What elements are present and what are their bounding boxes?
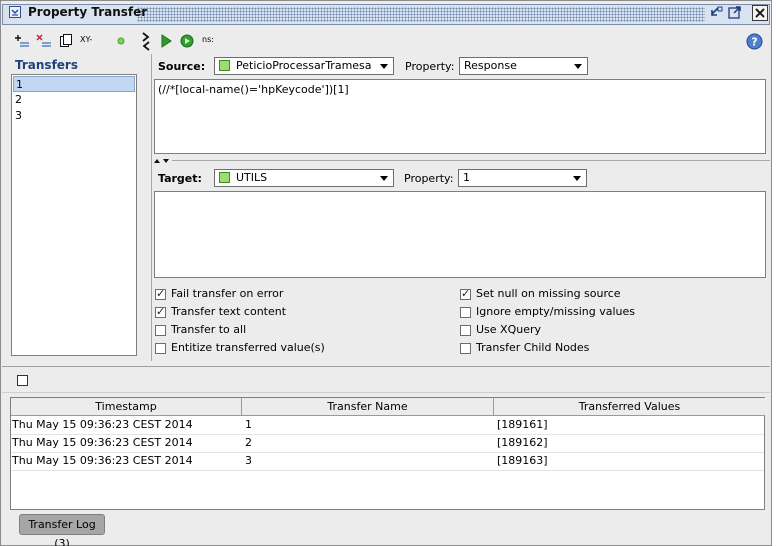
svg-text:?: ?	[751, 36, 757, 49]
close-button[interactable]	[752, 5, 768, 21]
source-step-value: PeticioProcessarTramesa	[236, 59, 372, 72]
target-property-value: 1	[463, 171, 470, 184]
checkbox-box[interactable]	[460, 287, 471, 300]
column-header-transferred-values[interactable]: Transferred Values	[494, 398, 765, 416]
transfer-log-tab[interactable]: Transfer Log (3)	[19, 514, 105, 546]
fail-on-error-checkbox[interactable]: Fail transfer on error	[155, 287, 405, 303]
list-item[interactable]: 1	[13, 76, 135, 92]
chevron-down-icon	[573, 176, 581, 181]
target-expression-editor[interactable]	[154, 191, 766, 278]
column-header-timestamp[interactable]: Timestamp	[11, 398, 242, 416]
help-icon[interactable]: ?	[746, 33, 763, 50]
checkbox-box[interactable]	[155, 305, 166, 318]
remove-transfer-icon[interactable]	[36, 33, 52, 49]
source-property-value: Response	[464, 59, 517, 72]
transfers-toolbar: XY-	[8, 30, 147, 52]
add-transfer-icon[interactable]	[14, 33, 30, 49]
list-item[interactable]: 2	[13, 92, 135, 108]
table-cell: 1	[245, 418, 252, 431]
use-xquery-checkbox[interactable]: Use XQuery	[460, 323, 710, 339]
source-property-label: Property:	[405, 60, 455, 73]
transfer-to-all-checkbox[interactable]: Transfer to all	[155, 323, 405, 339]
status-dot-icon	[117, 37, 125, 45]
test-step-icon	[219, 60, 230, 71]
row-divider	[11, 470, 764, 471]
splitter-arrows-icon[interactable]	[141, 30, 151, 52]
entitize-values-checkbox[interactable]: Entitize transferred value(s)	[155, 341, 405, 357]
minimize-icon[interactable]	[708, 5, 724, 20]
title-bar-grip	[137, 7, 705, 22]
column-header-transfer-name[interactable]: Transfer Name	[242, 398, 494, 416]
table-cell: Thu May 15 09:36:23 CEST 2014	[12, 418, 193, 431]
transfer-text-content-checkbox[interactable]: Transfer text content	[155, 305, 405, 321]
table-cell: [189161]	[497, 418, 548, 431]
transfer-editor: Source: PeticioProcessarTramesa Property…	[151, 54, 770, 361]
checkbox-box[interactable]	[460, 343, 471, 354]
transfers-list[interactable]: 1 2 3	[11, 74, 137, 356]
xpath-icon[interactable]: XY-	[80, 35, 92, 44]
table-cell: Thu May 15 09:36:23 CEST 2014	[12, 454, 193, 467]
target-property-label: Property:	[404, 172, 454, 185]
target-property-combo[interactable]: 1	[458, 169, 587, 187]
collapse-icon[interactable]	[9, 6, 21, 18]
chevron-down-icon	[574, 64, 582, 69]
checkbox-box[interactable]	[460, 325, 471, 336]
transfer-toolbar: ns: ?	[156, 30, 768, 52]
transfer-log-table[interactable]: Timestamp Transfer Name Transferred Valu…	[10, 397, 765, 510]
ns-icon[interactable]: ns:	[202, 35, 214, 44]
checkbox-box[interactable]	[155, 325, 166, 336]
target-step-value: UTILS	[236, 171, 268, 184]
test-step-icon	[219, 172, 230, 183]
checkbox-box[interactable]	[460, 307, 471, 318]
log-toolbar	[2, 366, 770, 393]
splitter-line	[172, 160, 770, 161]
window-edge	[772, 0, 777, 546]
source-label: Source:	[158, 60, 206, 73]
table-cell: 3	[245, 454, 252, 467]
run-icon[interactable]	[160, 34, 172, 48]
table-cell: [189163]	[497, 454, 548, 467]
target-label: Target:	[158, 172, 202, 185]
source-step-combo[interactable]: PeticioProcessarTramesa	[214, 57, 394, 75]
set-null-on-missing-checkbox[interactable]: Set null on missing source	[460, 287, 710, 303]
target-step-combo[interactable]: UTILS	[214, 169, 394, 187]
copy-transfer-icon[interactable]	[59, 33, 73, 49]
checkbox-box[interactable]	[155, 343, 166, 354]
checkbox-box[interactable]	[155, 287, 166, 300]
ignore-empty-checkbox[interactable]: Ignore empty/missing values	[460, 305, 710, 321]
transfer-child-nodes-checkbox[interactable]: Transfer Child Nodes	[460, 341, 710, 357]
transfers-heading: Transfers	[15, 58, 78, 72]
chevron-down-icon	[380, 176, 388, 181]
table-cell: Thu May 15 09:36:23 CEST 2014	[12, 436, 193, 449]
run-all-icon[interactable]	[180, 34, 194, 48]
table-cell: 2	[245, 436, 252, 449]
source-expression-editor[interactable]: (//*[local-name()='hpKeycode'])[1]	[154, 79, 766, 154]
list-item[interactable]: 3	[13, 108, 135, 124]
window-title: Property Transfer	[28, 5, 148, 19]
source-property-combo[interactable]: Response	[459, 57, 588, 75]
table-cell: [189162]	[497, 436, 548, 449]
chevron-down-icon	[380, 64, 388, 69]
restore-icon[interactable]	[727, 5, 743, 20]
splitter-toggle-icon[interactable]	[153, 156, 171, 165]
clear-log-icon[interactable]	[17, 375, 28, 386]
close-icon	[755, 8, 765, 18]
